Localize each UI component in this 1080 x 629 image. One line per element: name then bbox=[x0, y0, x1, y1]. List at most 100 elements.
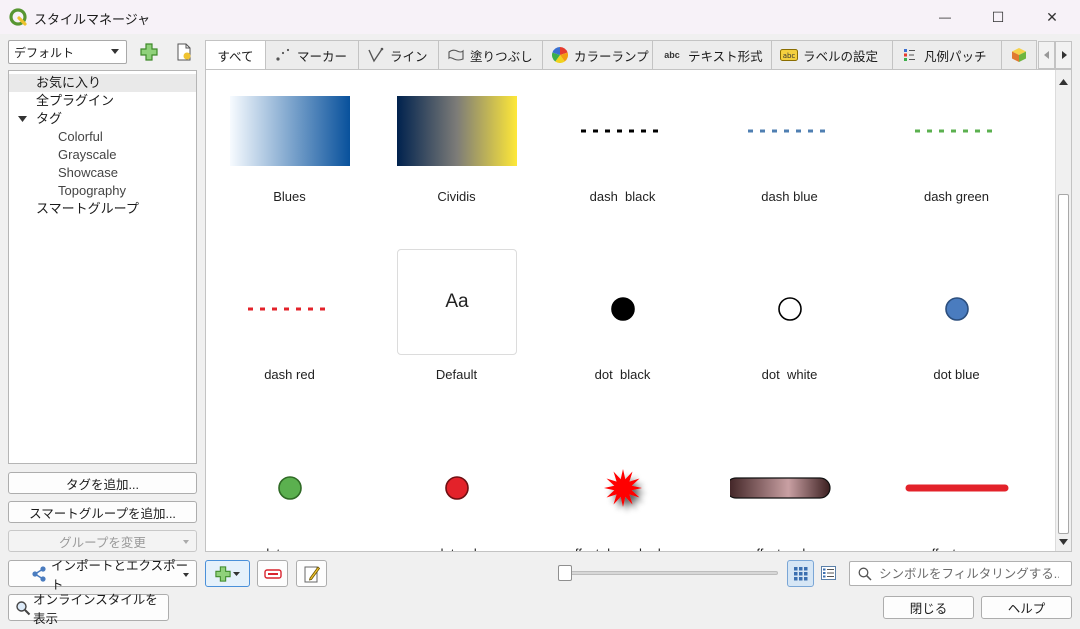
browse-online-styles-button[interactable]: オンラインスタイルを表示 bbox=[8, 593, 169, 626]
tab-3d-symbol[interactable] bbox=[1001, 40, 1037, 70]
symbol-item[interactable]: dot green bbox=[206, 427, 373, 551]
symbol-item[interactable]: effect emboss bbox=[706, 427, 873, 551]
add-tag-button[interactable]: タグを追加... bbox=[8, 472, 197, 494]
symbol-item[interactable]: dot red bbox=[373, 427, 540, 551]
symbol-label: Cividis bbox=[437, 189, 476, 204]
modify-group-label: グループを変更 bbox=[59, 535, 146, 550]
close-button[interactable]: 閉じる bbox=[883, 596, 974, 619]
tree-item-smart-groups[interactable]: スマートグループ bbox=[9, 200, 196, 218]
tab-label: ライン bbox=[390, 49, 428, 64]
tree-item-tags[interactable]: タグ bbox=[9, 110, 196, 128]
icon-view-button[interactable] bbox=[787, 560, 814, 587]
symbol-label: dash green bbox=[923, 189, 990, 204]
symbol-item[interactable]: effect drop shadow bbox=[539, 427, 706, 551]
scrollbar-thumb[interactable] bbox=[1058, 194, 1069, 534]
search-icon bbox=[858, 567, 872, 581]
tree-item-favorites[interactable]: お気に入り bbox=[9, 74, 196, 92]
remove-icon bbox=[263, 568, 282, 579]
import-export-button[interactable]: インポートとエクスポート bbox=[8, 559, 197, 592]
symbol-item[interactable]: dot blue bbox=[873, 248, 1040, 426]
modify-group-button[interactable]: グループを変更 bbox=[8, 530, 197, 552]
line-symbol-preview bbox=[230, 274, 350, 344]
plus-icon bbox=[215, 565, 231, 582]
symbol-item[interactable]: dash red bbox=[206, 248, 373, 426]
symbol-label: dot blue bbox=[933, 367, 980, 382]
symbol-label: Blues bbox=[273, 189, 306, 204]
symbol-item[interactable]: dot white bbox=[706, 248, 873, 426]
symbol-item[interactable]: Aa Default bbox=[373, 248, 540, 426]
list-view-icon bbox=[821, 566, 836, 580]
search-input[interactable] bbox=[879, 566, 1059, 581]
maximize-button[interactable]: ☐ bbox=[975, 0, 1021, 34]
tree-item-label: Showcase bbox=[58, 165, 118, 180]
symbol-label: dash red bbox=[264, 367, 315, 382]
tab-label: 凡例パッチ bbox=[924, 49, 987, 64]
maximize-icon: ☐ bbox=[991, 8, 1005, 25]
arrow-left-icon bbox=[1043, 51, 1049, 59]
list-view-button[interactable] bbox=[815, 560, 842, 586]
expand-arrow-icon[interactable] bbox=[18, 116, 27, 123]
symbol-item[interactable]: dash blue bbox=[706, 70, 873, 248]
tree-item-label: Colorful bbox=[58, 129, 103, 144]
fill-icon bbox=[447, 46, 465, 64]
minimize-button[interactable]: — bbox=[922, 0, 968, 34]
vertical-scrollbar[interactable] bbox=[1055, 70, 1071, 551]
tab-legend-patch[interactable]: 凡例パッチ bbox=[892, 40, 1002, 70]
scroll-down-icon[interactable] bbox=[1059, 539, 1068, 545]
tab-text-format[interactable]: abc テキスト形式 bbox=[652, 40, 772, 70]
share-icon bbox=[32, 566, 46, 582]
tree-item-all-plugins[interactable]: 全プラグイン bbox=[9, 92, 196, 110]
text-format-icon: abc bbox=[664, 50, 680, 60]
symbol-item[interactable]: effect neon bbox=[873, 427, 1040, 551]
symbol-item[interactable]: dash black bbox=[539, 70, 706, 248]
symbol-item[interactable]: dash green bbox=[873, 70, 1040, 248]
tab-scroll-right-button[interactable] bbox=[1055, 41, 1072, 69]
marker-symbol-preview bbox=[563, 274, 683, 344]
symbol-item[interactable]: Cividis bbox=[373, 70, 540, 248]
tab-label-settings[interactable]: abc ラベルの設定 bbox=[771, 40, 893, 70]
help-button[interactable]: ヘルプ bbox=[981, 596, 1072, 619]
scroll-up-icon[interactable] bbox=[1059, 79, 1068, 85]
tab-label: テキスト形式 bbox=[688, 49, 763, 64]
close-icon: ✕ bbox=[1046, 8, 1058, 25]
symbol-item[interactable]: Blues bbox=[206, 70, 373, 248]
add-smartgroup-button[interactable]: スマートグループを追加... bbox=[8, 501, 197, 523]
tab-scroll-left-button[interactable] bbox=[1038, 41, 1055, 69]
symbol-item[interactable]: dot black bbox=[539, 248, 706, 426]
remove-item-button[interactable] bbox=[257, 560, 288, 587]
icon-size-slider-track[interactable] bbox=[560, 571, 778, 575]
symbol-grid[interactable]: Blues Cividis dash black dash blue dash gree… bbox=[205, 69, 1072, 552]
group-tree[interactable]: お気に入り 全プラグイン タグ Colorful Grayscale Showc… bbox=[8, 70, 197, 464]
symbol-label: effect drop shadow bbox=[539, 546, 706, 551]
chevron-down-icon bbox=[111, 49, 119, 54]
tab-all[interactable]: すべて bbox=[205, 40, 266, 70]
marker-icon bbox=[274, 46, 292, 64]
tree-item-showcase[interactable]: Showcase bbox=[9, 164, 196, 182]
new-library-file-button[interactable] bbox=[170, 39, 198, 65]
add-item-button[interactable] bbox=[205, 560, 250, 587]
title-bar: スタイルマネージャ — ☐ ✕ bbox=[0, 0, 1080, 34]
edit-item-button[interactable] bbox=[296, 560, 327, 587]
symbol-label: effect emboss bbox=[706, 546, 873, 551]
symbol-label: dot black bbox=[594, 367, 651, 382]
tab-label: カラーランプ bbox=[574, 49, 649, 64]
tree-item-topography[interactable]: Topography bbox=[9, 182, 196, 200]
tree-item-colorful[interactable]: Colorful bbox=[9, 128, 196, 146]
tab-line[interactable]: ライン bbox=[358, 40, 439, 70]
tab-color-ramp[interactable]: カラーランプ bbox=[542, 40, 653, 70]
tab-label: ラベルの設定 bbox=[803, 49, 879, 64]
tab-fill[interactable]: 塗りつぶし bbox=[438, 40, 543, 70]
symbol-label: effect neon bbox=[873, 546, 1040, 551]
close-window-button[interactable]: ✕ bbox=[1029, 0, 1075, 34]
tab-marker[interactable]: マーカー bbox=[265, 40, 359, 70]
online-styles-label: オンラインスタイルを表示 bbox=[33, 592, 158, 626]
tree-item-label: タグ bbox=[36, 111, 63, 126]
symbol-filter-search[interactable] bbox=[849, 561, 1072, 586]
minimize-icon: — bbox=[939, 10, 951, 24]
library-combo[interactable]: デフォルト bbox=[8, 40, 127, 64]
add-library-button[interactable] bbox=[135, 39, 163, 65]
tree-item-label: 全プラグイン bbox=[36, 93, 115, 108]
icon-size-slider-handle[interactable] bbox=[558, 565, 572, 581]
tree-item-grayscale[interactable]: Grayscale bbox=[9, 146, 196, 164]
color-ramp-preview bbox=[230, 96, 350, 166]
